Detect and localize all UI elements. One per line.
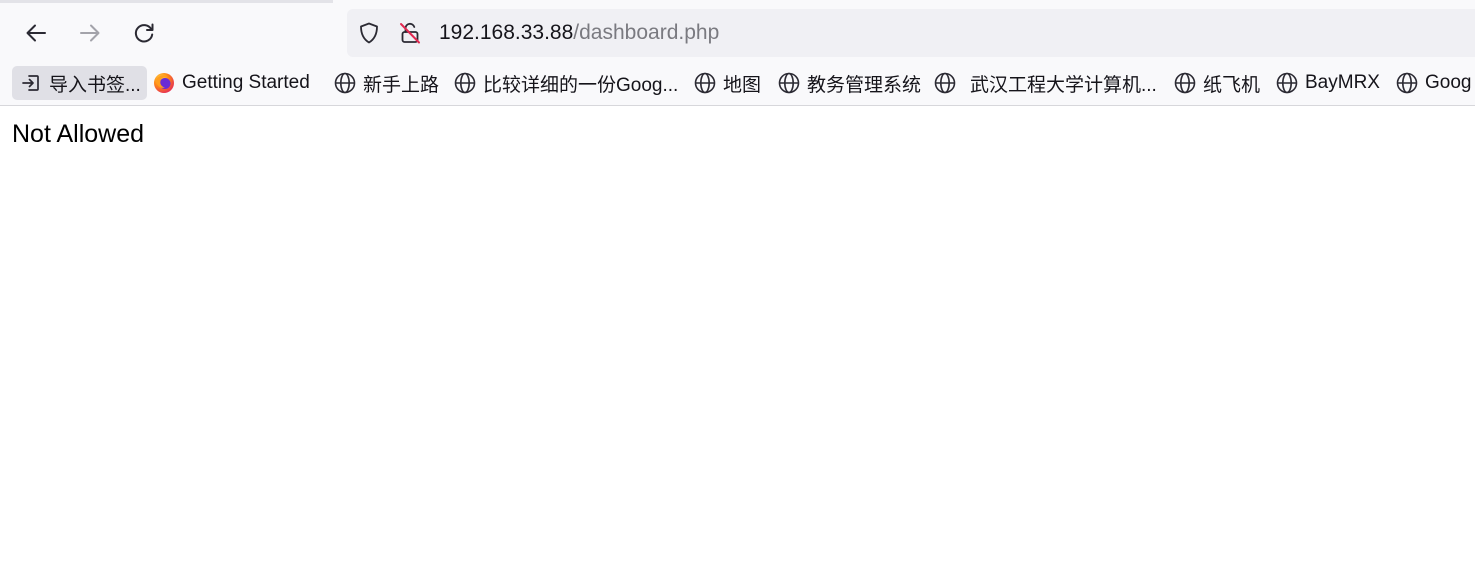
bookmark-getting-started[interactable]: Getting Started (153, 66, 310, 100)
insecure-lock-icon[interactable] (398, 21, 422, 45)
bookmark-label: 新手上路 (363, 74, 440, 96)
arrow-left-icon (26, 24, 46, 42)
bookmark-label: 比较详细的一份Goog... (483, 74, 679, 96)
bookmark-paper-plane[interactable]: 纸飞机 (1174, 66, 1260, 100)
back-button[interactable] (17, 14, 55, 52)
bookmarks-toolbar: 导入书签... Getting Started 新手上路 比较详细的一份Goog… (0, 64, 1475, 102)
bookmark-label: 导入书签... (49, 74, 141, 96)
bookmark-map[interactable]: 地图 (694, 66, 761, 100)
bookmark-academic-system[interactable]: 教务管理系统 (778, 66, 921, 100)
firefox-icon (153, 72, 175, 94)
forward-button[interactable] (71, 14, 109, 52)
globe-icon (1174, 72, 1196, 94)
bookmark-label: 教务管理系统 (807, 74, 922, 96)
reload-button[interactable] (125, 14, 163, 52)
globe-icon (778, 72, 800, 94)
globe-icon (1276, 72, 1298, 94)
import-icon (20, 72, 42, 94)
url-host: 192.168.33.88 (439, 21, 574, 44)
globe-icon (334, 72, 356, 94)
bookmark-google-guide[interactable]: 比较详细的一份Goog... (454, 66, 678, 100)
globe-icon (694, 72, 716, 94)
tab-strip-edge (0, 0, 333, 3)
page-message: Not Allowed (12, 120, 145, 148)
reload-icon (134, 23, 154, 43)
globe-icon (1396, 72, 1418, 94)
globe-icon (454, 72, 476, 94)
bookmark-baymrx[interactable]: BayMRX (1276, 66, 1380, 100)
bookmark-label: Getting Started (182, 72, 310, 93)
bookmark-import[interactable]: 导入书签... (12, 66, 147, 100)
shield-icon[interactable] (357, 21, 381, 45)
url-text[interactable]: 192.168.33.88/dashboard.php (439, 21, 719, 45)
globe-icon (934, 72, 956, 94)
browser-chrome: 192.168.33.88/dashboard.php 导入书签... Gett… (0, 0, 1475, 106)
bookmark-label: 纸飞机 (1203, 74, 1261, 96)
bookmark-newbie[interactable]: 新手上路 (334, 66, 439, 100)
navigation-toolbar: 192.168.33.88/dashboard.php (0, 8, 1475, 58)
bookmark-wit-cs[interactable]: 武汉工程大学计算机... (934, 66, 1157, 100)
bookmark-label: 地图 (723, 74, 762, 96)
url-path: /dashboard.php (573, 21, 720, 44)
bookmark-label: 武汉工程大学计算机... (970, 74, 1157, 96)
bookmark-label: BayMRX (1305, 72, 1380, 93)
arrow-right-icon (80, 24, 100, 42)
address-bar[interactable]: 192.168.33.88/dashboard.php (347, 9, 1475, 57)
bookmark-google[interactable]: Goog (1396, 66, 1471, 100)
bookmark-label: Goog (1425, 72, 1472, 93)
